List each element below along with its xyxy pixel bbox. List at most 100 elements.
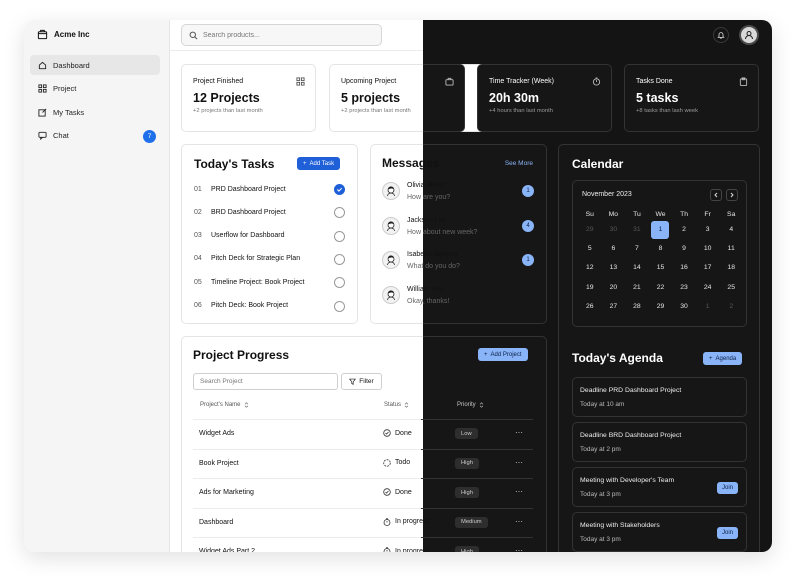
calendar-day[interactable]: 21 (625, 278, 649, 297)
next-month-button[interactable] (726, 189, 738, 201)
calendar-day[interactable]: 29 (578, 220, 602, 239)
project-search-input[interactable] (193, 373, 338, 390)
search-input[interactable] (203, 31, 363, 39)
stat-card-upcoming-project-dark (423, 64, 465, 132)
more-options-button[interactable]: ··· (515, 487, 523, 496)
calendar-day[interactable]: 27 (602, 297, 626, 316)
calendar-day[interactable]: 12 (578, 258, 602, 277)
sort-icon (244, 402, 248, 408)
calendar-day[interactable]: 3 (696, 220, 720, 239)
message-item[interactable]: Jackson Lee How about new week? 4 (382, 215, 534, 239)
calendar-day[interactable]: 26 (578, 297, 602, 316)
calendar-day[interactable]: 9 (672, 239, 696, 258)
more-options-button[interactable]: ··· (515, 458, 523, 467)
task-item[interactable]: 01 PRD Dashboard Project (194, 182, 345, 196)
calendar-day[interactable]: 15 (649, 258, 673, 277)
task-checkbox[interactable] (334, 277, 345, 289)
message-item[interactable]: Isabella Nguyen What do you do? 1 (382, 249, 534, 273)
user-avatar-button[interactable] (739, 25, 759, 45)
agenda-item[interactable]: Meeting with Developer's Team Today at 3 … (572, 467, 747, 507)
search-bar[interactable] (181, 24, 382, 46)
more-options-button[interactable]: ··· (515, 546, 523, 552)
calendar-widget: November 2023 Su Mo Tu We Th Fr Sa 29 30 31 1 2 3 4 5 6… (572, 180, 747, 327)
add-project-button[interactable]: + Add Project (478, 348, 528, 361)
row-divider (193, 419, 421, 420)
task-item[interactable]: 06 Pitch Deck: Book Project (194, 299, 345, 313)
task-item[interactable]: 02 BRD Dashboard Project (194, 205, 345, 219)
calendar-day[interactable]: 1 (696, 297, 720, 316)
filter-button[interactable]: Filter (341, 373, 382, 390)
task-item[interactable]: 05 Timeline Project: Book Project (194, 275, 345, 289)
calendar-day[interactable]: 31 (625, 220, 649, 239)
calendar-day[interactable]: 11 (719, 239, 743, 258)
sidebar-item-chat[interactable]: Chat 7 (30, 126, 160, 146)
calendar-day[interactable]: 23 (672, 278, 696, 297)
see-more-link[interactable]: See More (505, 160, 533, 167)
calendar-day[interactable]: 20 (602, 278, 626, 297)
prev-month-button[interactable] (710, 189, 722, 201)
sidebar-item-my-tasks[interactable]: My Tasks (30, 102, 160, 122)
agenda-item[interactable]: Meeting with Stakeholders Today at 3 pm Jo… (572, 512, 747, 552)
calendar-day[interactable]: 13 (602, 258, 626, 277)
notifications-button[interactable] (713, 27, 729, 43)
sidebar-item-dashboard[interactable]: Dashboard (30, 55, 160, 75)
project-name: Dashboard (199, 518, 234, 526)
column-header-status[interactable]: Status (384, 402, 409, 408)
task-item[interactable]: 03 Userflow for Dashboard (194, 229, 345, 243)
column-header-priority[interactable]: Priority (457, 402, 484, 408)
calendar-day[interactable]: 7 (625, 239, 649, 258)
stat-label: Time Tracker (Week) (489, 78, 554, 85)
task-checkbox[interactable] (334, 207, 345, 219)
sidebar-item-project[interactable]: Project (30, 79, 160, 99)
timer-icon (383, 517, 391, 526)
calendar-day[interactable]: 8 (649, 239, 673, 258)
agenda-item[interactable]: Deadline PRD Dashboard Project Today at 1… (572, 377, 747, 417)
weekday-label: We (655, 210, 666, 218)
task-item[interactable]: 04 Pitch Deck for Strategic Plan (194, 252, 345, 266)
calendar-day[interactable]: 6 (602, 239, 626, 258)
table-row[interactable]: Widget Ads Part 2 In progress High ··· (193, 537, 533, 552)
table-row[interactable]: Widget Ads Done Low ··· (193, 419, 533, 449)
filter-label: Filter (359, 378, 374, 385)
task-checkbox[interactable] (334, 300, 345, 312)
join-button[interactable]: Join (716, 482, 738, 494)
calendar-day[interactable]: 2 (719, 297, 743, 316)
status-cell: Todo (383, 458, 410, 467)
calendar-day[interactable]: 19 (578, 278, 602, 297)
calendar-day[interactable]: 16 (672, 258, 696, 277)
add-agenda-button[interactable]: + Agenda (703, 352, 743, 365)
message-item[interactable]: William Kim Okay, thanks! (382, 284, 534, 308)
status-cell: Done (383, 429, 412, 437)
column-header-name[interactable]: Project's Name (200, 402, 249, 408)
calendar-day[interactable]: 14 (625, 258, 649, 277)
calendar-day[interactable]: 18 (719, 258, 743, 277)
agenda-item[interactable]: Deadline BRD Dashboard Project Today at 2… (572, 422, 747, 462)
calendar-day-selected[interactable]: 1 (649, 220, 673, 239)
add-task-button[interactable]: + Add Task (297, 157, 341, 170)
task-checkbox[interactable] (334, 184, 345, 195)
calendar-day[interactable]: 2 (672, 220, 696, 239)
calendar-day[interactable]: 10 (696, 239, 720, 258)
calendar-day[interactable]: 17 (696, 258, 720, 277)
table-row[interactable]: Book Project Todo High ··· (193, 448, 533, 479)
calendar-day[interactable]: 5 (578, 239, 602, 258)
task-label: BRD Dashboard Project (211, 208, 286, 216)
calendar-day[interactable]: 30 (602, 220, 626, 239)
calendar-day[interactable]: 28 (625, 297, 649, 316)
calendar-day[interactable]: 24 (696, 278, 720, 297)
calendar-day[interactable]: 22 (649, 278, 673, 297)
table-row[interactable]: Ads for Marketing Done High ··· (193, 478, 533, 508)
calendar-day[interactable]: 30 (672, 297, 696, 316)
table-row[interactable]: Dashboard In progress Medium ··· (193, 507, 533, 538)
sidebar-item-label: Project (53, 84, 77, 93)
stat-label: Tasks Done (636, 78, 673, 85)
calendar-day[interactable]: 25 (719, 278, 743, 297)
task-checkbox[interactable] (334, 230, 345, 242)
calendar-day[interactable]: 4 (719, 220, 743, 239)
calendar-day[interactable]: 29 (649, 297, 673, 316)
message-item[interactable]: Olivia Martin How are you? 1 (382, 180, 534, 204)
task-checkbox[interactable] (334, 253, 345, 265)
more-options-button[interactable]: ··· (515, 428, 523, 437)
join-button[interactable]: Join (716, 527, 738, 539)
more-options-button[interactable]: ··· (515, 517, 523, 526)
